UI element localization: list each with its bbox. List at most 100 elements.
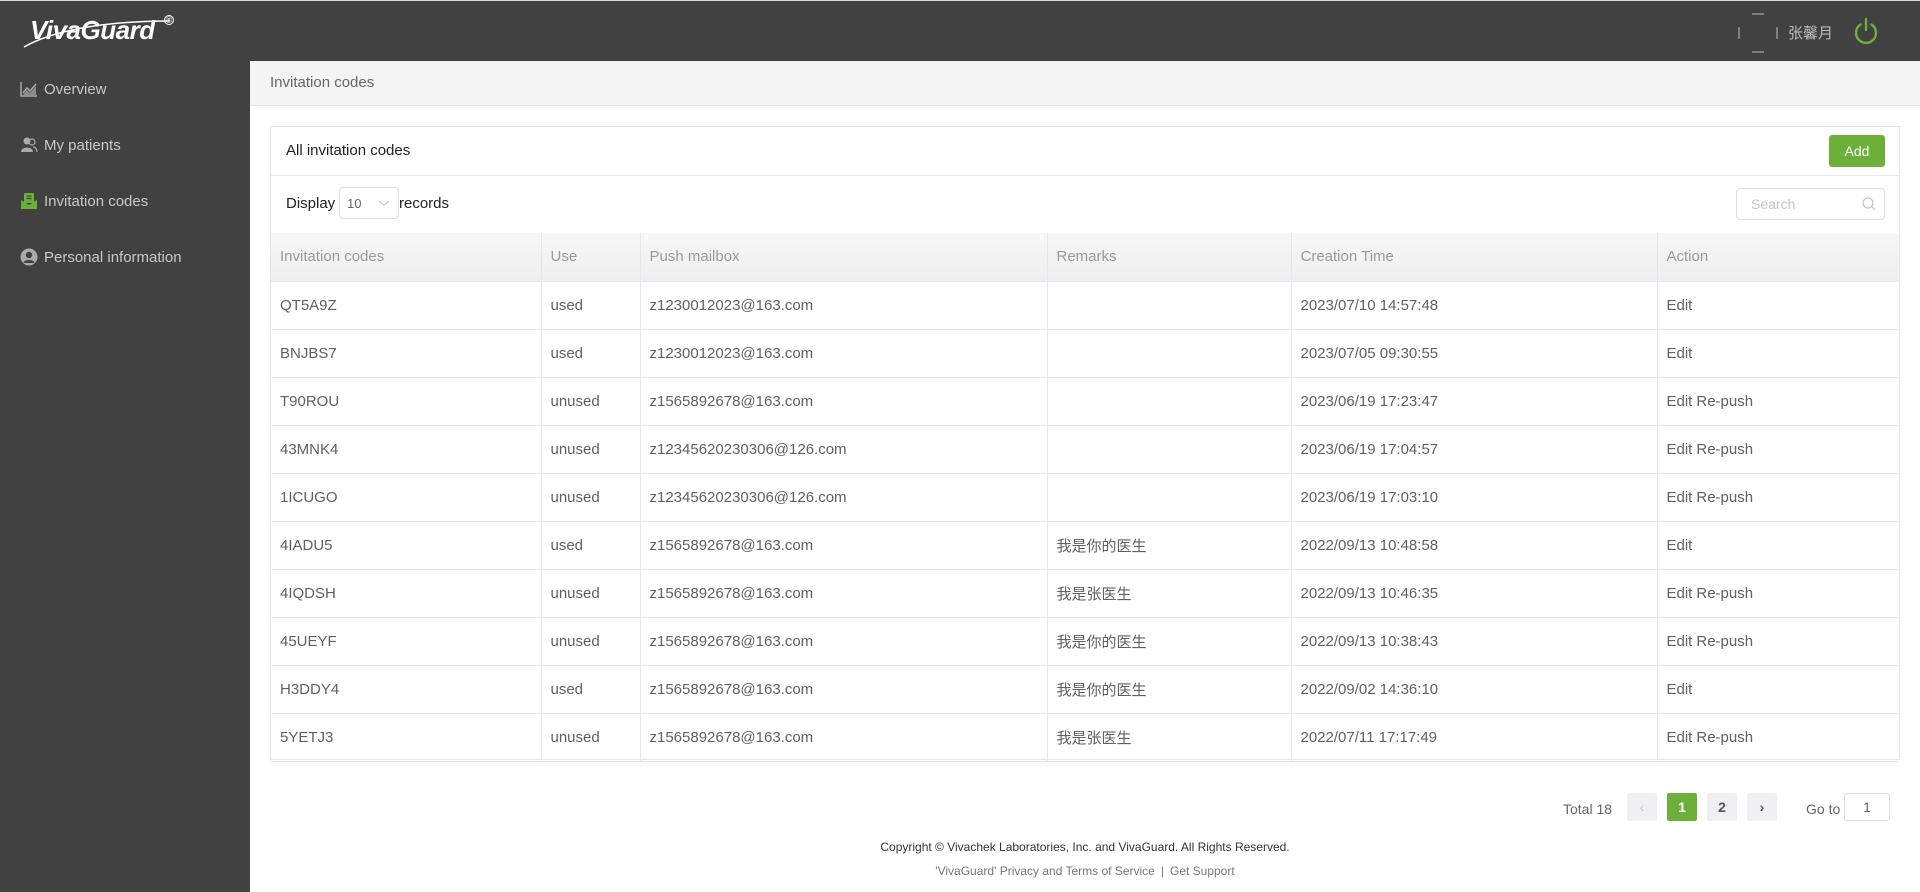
remarks-cell <box>1047 473 1292 522</box>
column-header-invitation-codes[interactable]: Invitation codes <box>271 233 542 282</box>
edit-link[interactable]: Edit <box>1667 441 1693 458</box>
remarks-cell: 我是张医生 <box>1047 713 1292 762</box>
edit-link[interactable]: Edit <box>1667 489 1693 506</box>
breadcrumb: Invitation codes <box>250 61 1920 106</box>
re-push-link[interactable]: Re-push <box>1696 441 1753 458</box>
action-cell: Edit Re-push <box>1657 377 1899 426</box>
table-row: 4IQDSH unused z1565892678@163.com 我是张医生 2022… <box>271 569 1899 618</box>
top-bar: VivaGuard ® 张馨月 <box>0 0 1920 61</box>
creation-time-cell: 2022/09/13 10:46:35 <box>1291 569 1658 618</box>
use-status-cell: used <box>541 329 641 378</box>
privacy-terms-link[interactable]: 'VivaGuard' Privacy and Terms of Service <box>935 864 1155 878</box>
edit-link[interactable]: Edit <box>1667 537 1693 554</box>
use-status-cell: unused <box>541 569 641 618</box>
action-cell: Edit <box>1657 665 1899 714</box>
page-size-value: 10 <box>347 196 362 211</box>
push-mailbox-cell: z12345620230306@126.com <box>640 425 1048 474</box>
table-row: 43MNK4 unused z12345620230306@126.com 2023/… <box>271 425 1899 474</box>
remarks-cell <box>1047 281 1292 330</box>
edit-link[interactable]: Edit <box>1667 681 1693 698</box>
vivaguard-logo[interactable]: VivaGuard ® <box>22 13 182 53</box>
table-toolbar: Display 10 records <box>271 176 1899 233</box>
sidebar-item-my-patients[interactable]: My patients <box>0 125 250 165</box>
table-row: 5YETJ3 unused z1565892678@163.com 我是张医生 2022… <box>271 713 1899 762</box>
remarks-cell: 我是你的医生 <box>1047 521 1292 570</box>
use-status-cell: unused <box>541 473 641 522</box>
panel-title: All invitation codes <box>286 142 411 159</box>
use-status-cell: unused <box>541 713 641 762</box>
invitation-code-cell: 4IADU5 <box>271 521 542 570</box>
creation-time-cell: 2023/07/10 14:57:48 <box>1291 281 1658 330</box>
column-header-remarks[interactable]: Remarks <box>1047 233 1292 282</box>
total-count: Total 18 <box>1563 801 1613 817</box>
table-row: H3DDY4 used z1565892678@163.com 我是你的医生 2022/… <box>271 665 1899 714</box>
creation-time-cell: 2023/06/19 17:23:47 <box>1291 377 1658 426</box>
edit-link[interactable]: Edit <box>1667 633 1693 650</box>
page-button-1[interactable]: 1 <box>1667 793 1697 821</box>
sidebar-item-label: Overview <box>44 80 107 98</box>
goto-page-input[interactable] <box>1844 793 1890 821</box>
logout-button[interactable] <box>1852 17 1880 45</box>
sidebar-item-personal-information[interactable]: Personal information <box>0 237 250 277</box>
column-header-use[interactable]: Use <box>541 233 641 282</box>
invitation-code-cell: BNJBS7 <box>271 329 542 378</box>
power-icon <box>1854 17 1878 45</box>
sidebar-item-invitation-codes[interactable]: Invitation codes <box>0 181 250 221</box>
push-mailbox-cell: z1565892678@163.com <box>640 617 1048 666</box>
records-label: records <box>399 195 450 212</box>
use-status-cell: used <box>541 281 641 330</box>
page-size-select[interactable]: 10 <box>339 187 399 219</box>
re-push-link[interactable]: Re-push <box>1696 489 1753 506</box>
table-row: 45UEYF unused z1565892678@163.com 我是你的医生 202… <box>271 617 1899 666</box>
page-button-2[interactable]: 2 <box>1707 793 1737 821</box>
remarks-cell <box>1047 329 1292 378</box>
invitation-code-cell: H3DDY4 <box>271 665 542 714</box>
edit-link[interactable]: Edit <box>1667 297 1693 314</box>
creation-time-cell: 2023/06/19 17:04:57 <box>1291 425 1658 474</box>
chevron-down-icon <box>378 200 390 206</box>
invitation-code-cell: QT5A9Z <box>271 281 542 330</box>
column-header-push-mailbox[interactable]: Push mailbox <box>640 233 1048 282</box>
edit-link[interactable]: Edit <box>1667 393 1693 410</box>
creation-time-cell: 2022/09/13 10:48:58 <box>1291 521 1658 570</box>
edit-link[interactable]: Edit <box>1667 345 1693 362</box>
push-mailbox-cell: z1565892678@163.com <box>640 521 1048 570</box>
invitation-code-cell: 45UEYF <box>271 617 542 666</box>
add-button[interactable]: Add <box>1829 135 1885 167</box>
users-icon <box>21 137 38 153</box>
push-mailbox-cell: z12345620230306@126.com <box>640 473 1048 522</box>
re-push-link[interactable]: Re-push <box>1696 729 1753 746</box>
re-push-link[interactable]: Re-push <box>1696 633 1753 650</box>
panel-header: All invitation codes Add <box>271 127 1899 176</box>
get-support-link[interactable]: Get Support <box>1170 864 1235 878</box>
remarks-cell: 我是张医生 <box>1047 569 1292 618</box>
logo-text: VivaGuard <box>30 15 155 45</box>
use-status-cell: unused <box>541 617 641 666</box>
table-header-row: Invitation codes Use Push mailbox Remark… <box>271 233 1899 282</box>
prev-page-button[interactable]: ‹ <box>1627 793 1657 821</box>
next-page-button[interactable]: › <box>1747 793 1777 821</box>
column-header-creation-time[interactable]: Creation Time <box>1291 233 1658 282</box>
re-push-link[interactable]: Re-push <box>1696 585 1753 602</box>
table-row: T90ROU unused z1565892678@163.com 2023/06/1… <box>271 377 1899 426</box>
sidebar-item-label: Invitation codes <box>44 192 149 210</box>
creation-time-cell: 2023/07/05 09:30:55 <box>1291 329 1658 378</box>
table-row: BNJBS7 used z1230012023@163.com 2023/07/05 … <box>271 329 1899 378</box>
table-row: 1ICUGO unused z12345620230306@126.com 2023/… <box>271 473 1899 522</box>
invitation-code-cell: 43MNK4 <box>271 425 542 474</box>
invitation-code-cell: T90ROU <box>271 377 542 426</box>
search-input[interactable] <box>1737 189 1857 219</box>
creation-time-cell: 2023/06/19 17:03:10 <box>1291 473 1658 522</box>
invitation-codes-panel: All invitation codes Add Display 10 reco… <box>270 126 1900 762</box>
username[interactable]: 张馨月 <box>1788 22 1833 43</box>
re-push-link[interactable]: Re-push <box>1696 393 1753 410</box>
table-row: QT5A9Z used z1230012023@163.com 2023/07/10 … <box>271 281 1899 330</box>
table-row: 4IADU5 used z1565892678@163.com 我是你的医生 2022/… <box>271 521 1899 570</box>
search-icon[interactable] <box>1862 197 1876 211</box>
action-cell: Edit <box>1657 521 1899 570</box>
pagination: Total 18 ‹ 1 2 › Go to <box>250 793 1920 823</box>
sidebar-item-overview[interactable]: Overview <box>0 69 250 109</box>
avatar[interactable] <box>1738 13 1778 53</box>
edit-link[interactable]: Edit <box>1667 585 1693 602</box>
edit-link[interactable]: Edit <box>1667 729 1693 746</box>
